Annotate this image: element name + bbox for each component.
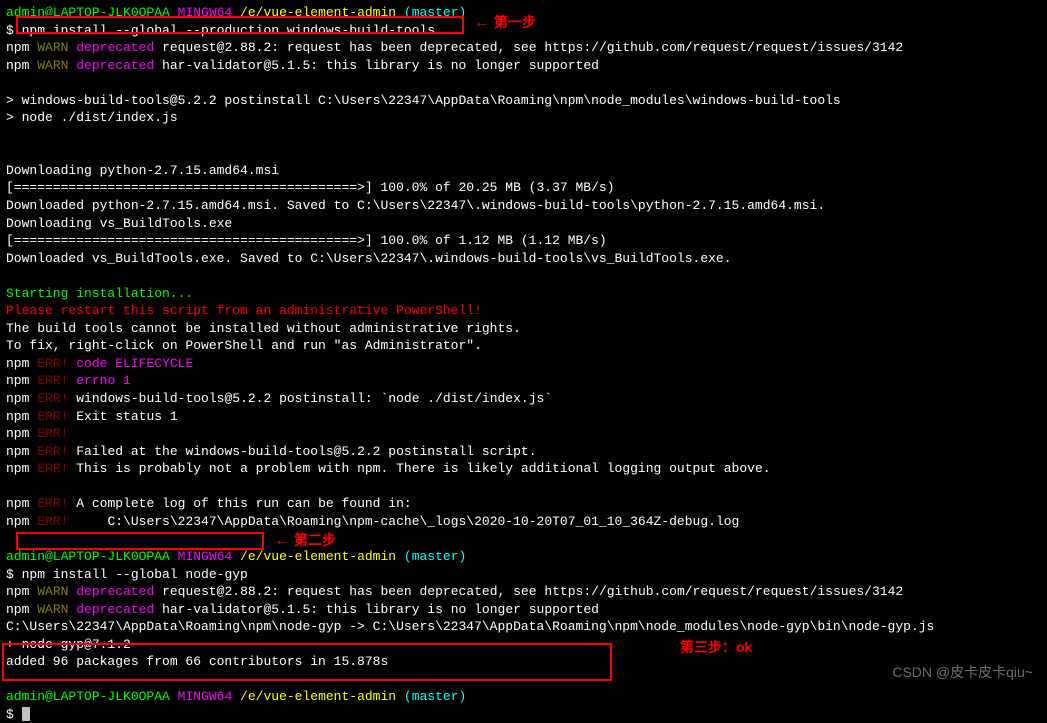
err-line: npm ERR! Exit status 1: [6, 408, 1041, 426]
annotation-1: ←第一步: [474, 12, 536, 34]
warn-line-2: npm WARN deprecated har-validator@5.1.5:…: [6, 57, 1041, 75]
err-line: npm ERR! This is probably not a problem …: [6, 460, 1041, 478]
cursor-icon: [22, 707, 30, 721]
err-line: npm ERR! code ELIFECYCLE: [6, 355, 1041, 373]
postinstall-2: > node ./dist/index.js: [6, 109, 1041, 127]
prompt-line-2: admin@LAPTOP-JLK0OPAA MINGW64 /e/vue-ele…: [6, 548, 1041, 566]
download-vs-done: Downloaded vs_BuildTools.exe. Saved to C…: [6, 250, 1041, 268]
err-line: npm ERR! Failed at the windows-build-too…: [6, 443, 1041, 461]
annotation-2: ←第二步: [274, 530, 336, 552]
err-line: npm ERR! windows-build-tools@5.2.2 posti…: [6, 390, 1041, 408]
gyp-path: C:\Users\22347\AppData\Roaming\npm\node-…: [6, 618, 1041, 636]
download-vs: Downloading vs_BuildTools.exe: [6, 215, 1041, 233]
arrow-left-icon: ←: [274, 532, 290, 549]
warn-line-1: npm WARN deprecated request@2.88.2: requ…: [6, 39, 1041, 57]
err-line: npm ERR! A complete log of this run can …: [6, 495, 1041, 513]
postinstall-1: > windows-build-tools@5.2.2 postinstall …: [6, 92, 1041, 110]
warn-line-4: npm WARN deprecated har-validator@5.1.5:…: [6, 601, 1041, 619]
terminal-body[interactable]: admin@LAPTOP-JLK0OPAA MINGW64 /e/vue-ele…: [6, 4, 1041, 723]
prompt-line-3: admin@LAPTOP-JLK0OPAA MINGW64 /e/vue-ele…: [6, 688, 1041, 706]
err-line: npm ERR!: [6, 425, 1041, 443]
starting-install: Starting installation...: [6, 285, 1041, 303]
restart-admin: Please restart this script from an admin…: [6, 302, 1041, 320]
download-python-bar: [=======================================…: [6, 179, 1041, 197]
err-line: npm ERR! C:\Users\22347\AppData\Roaming\…: [6, 513, 1041, 531]
warn-line-3: npm WARN deprecated request@2.88.2: requ…: [6, 583, 1041, 601]
watermark: CSDN @皮卡皮卡qiu~: [892, 663, 1033, 682]
command-input[interactable]: $: [6, 706, 1041, 723]
admin-rights-2: To fix, right-click on PowerShell and ru…: [6, 337, 1041, 355]
err-line: npm ERR! errno 1: [6, 372, 1041, 390]
command-2: $ npm install --global node-gyp: [6, 566, 1041, 584]
gyp-added: added 96 packages from 66 contributors i…: [6, 653, 1041, 671]
download-python-done: Downloaded python-2.7.15.amd64.msi. Save…: [6, 197, 1041, 215]
gyp-version: + node-gyp@7.1.2: [6, 636, 1041, 654]
admin-rights-1: The build tools cannot be installed with…: [6, 320, 1041, 338]
annotation-3: 第三步：ok: [680, 638, 752, 657]
arrow-left-icon: ←: [474, 14, 490, 31]
download-python: Downloading python-2.7.15.amd64.msi: [6, 162, 1041, 180]
download-vs-bar: [=======================================…: [6, 232, 1041, 250]
